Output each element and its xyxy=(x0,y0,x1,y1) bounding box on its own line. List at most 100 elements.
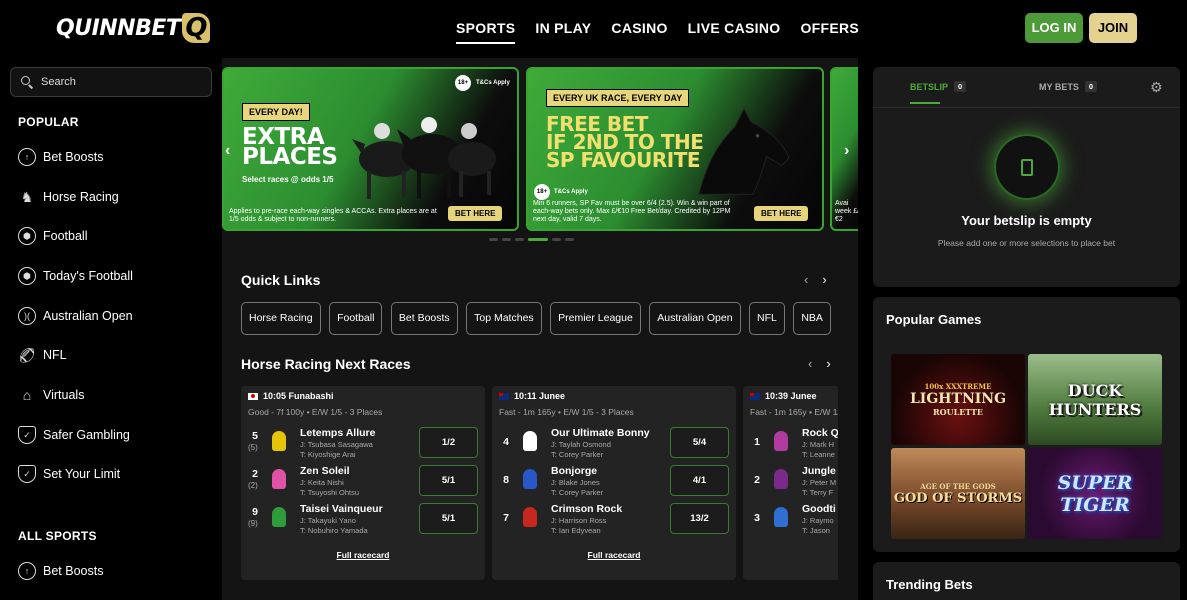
banner-terms: Min 6 runners, SP Fav must be over 6/4 (… xyxy=(533,200,731,223)
carousel-dot[interactable] xyxy=(502,238,511,241)
sidebar-item-australian-open[interactable]: )( Australian Open xyxy=(18,306,133,326)
runner-trainer: T: Corey Parker xyxy=(551,450,604,459)
runner-jockey: J: Takayuki Yano xyxy=(300,516,356,525)
sidebar-item-label: Horse Racing xyxy=(43,190,119,204)
nav-offers[interactable]: OFFERS xyxy=(800,18,859,44)
gear-icon[interactable]: ⚙ xyxy=(1150,79,1163,96)
quick-links-arrows: ‹ › xyxy=(790,272,827,287)
carousel-dot[interactable] xyxy=(565,238,574,241)
sidebar-item-bet-boosts[interactable]: ↑ Bet Boosts xyxy=(18,147,103,167)
game-label-small: 100x XXXTREME xyxy=(924,382,992,391)
carousel-dot[interactable] xyxy=(515,238,524,241)
sidebar-item-nfl[interactable]: 🏈︎ NFL xyxy=(18,345,67,365)
search-box[interactable] xyxy=(10,67,212,97)
carousel-dot[interactable] xyxy=(552,238,561,241)
jockey-silk-icon xyxy=(523,431,537,451)
race-header[interactable]: 10:39 Junee xyxy=(750,391,817,401)
race-info: Fast - 1m 165y • E/W 1/5 - 3 Places xyxy=(750,407,838,417)
game-tile-super-tiger[interactable]: SUPER TIGER xyxy=(1028,448,1162,539)
race-header[interactable]: 10:05 Funabashi xyxy=(248,391,334,401)
runner-name: Crimson Rock xyxy=(551,503,623,515)
sidebar-item-safer-gambling[interactable]: ✓ Safer Gambling xyxy=(18,425,130,445)
carousel-dot[interactable] xyxy=(489,238,498,241)
odds-button[interactable]: 4/1 xyxy=(670,465,729,496)
sidebar-item-label: NFL xyxy=(43,348,67,362)
runner-row: 7 Crimson Rock J: Harrison Ross T: Ian E… xyxy=(492,500,736,538)
chip-australian-open[interactable]: Australian Open xyxy=(649,302,741,335)
odds-button[interactable]: 1/2 xyxy=(419,427,478,458)
carousel-dot-active[interactable] xyxy=(528,238,548,241)
odds-button[interactable]: 13/2 xyxy=(670,503,729,534)
promo-banner-free-bet[interactable]: EVERY UK RACE, EVERY DAY FREE BET IF 2ND… xyxy=(526,67,824,231)
bet-here-button[interactable]: BET HERE xyxy=(754,206,809,221)
nav-in-play[interactable]: IN PLAY xyxy=(535,18,591,44)
race-card: 10:39 Junee Fast - 1m 165y • E/W 1/5 - 3… xyxy=(743,386,838,580)
trending-bets-panel: Trending Bets xyxy=(873,562,1180,600)
sidebar-item-football[interactable]: ⬢ Football xyxy=(18,226,87,246)
chevron-right-icon[interactable]: › xyxy=(822,272,826,287)
quinnbet-logo[interactable]: QUINNBET Q xyxy=(56,12,211,44)
jockey-silk-icon xyxy=(774,469,788,489)
runner-row: 2 Jungle J: Peter M T: Terry F xyxy=(743,462,838,500)
chevron-left-icon[interactable]: ‹ xyxy=(808,356,812,371)
nav-casino[interactable]: CASINO xyxy=(611,18,667,44)
login-button[interactable]: LOG IN xyxy=(1025,13,1083,43)
promo-banner-extra-places[interactable]: 18+ T&Cs Apply EVERY DAY! EXTRA PLACES S… xyxy=(222,67,519,231)
chip-horse-racing[interactable]: Horse Racing xyxy=(241,302,321,335)
sidebar-item-all-bet-boosts[interactable]: ↑ Bet Boosts xyxy=(18,561,103,581)
sidebar-item-virtuals[interactable]: ⌂ Virtuals xyxy=(18,385,85,405)
bet-here-button[interactable]: BET HERE xyxy=(448,206,503,221)
banner-terms: Avai week £/€2 xyxy=(835,200,858,223)
logo-text: QUINNBET xyxy=(56,15,181,41)
chevron-right-icon[interactable]: › xyxy=(826,356,830,371)
full-racecard-link[interactable]: Full racecard xyxy=(241,550,485,560)
chip-nfl[interactable]: NFL xyxy=(749,302,785,335)
terms-label: T&Cs Apply xyxy=(554,189,588,195)
search-input[interactable] xyxy=(41,76,201,88)
chip-bet-boosts[interactable]: Bet Boosts xyxy=(390,302,458,335)
jockey-silk-icon xyxy=(774,507,788,527)
sidebar-item-todays-football[interactable]: ⬢ Today's Football xyxy=(18,266,133,286)
game-tile-god-of-storms[interactable]: AGE OF THE GODS GOD OF STORMS xyxy=(891,448,1025,539)
nav-live-casino[interactable]: LIVE CASINO xyxy=(688,18,781,44)
betslip-empty-title: Your betslip is empty xyxy=(961,213,1092,228)
sidebar-item-horse-racing[interactable]: ♞ Horse Racing xyxy=(18,187,119,207)
runner-jockey: J: Mark H xyxy=(802,440,835,449)
chip-nba[interactable]: NBA xyxy=(793,302,831,335)
chevron-left-icon[interactable]: ‹ xyxy=(804,272,808,287)
game-tile-lightning-roulette[interactable]: 100x XXXTREME LIGHTNING ROULETTE xyxy=(891,354,1025,445)
runner-number: 2 xyxy=(754,474,760,486)
tab-betslip[interactable]: BETSLIP 0 xyxy=(910,81,967,92)
promo-carousel: 18+ T&Cs Apply EVERY DAY! EXTRA PLACES S… xyxy=(222,67,858,231)
game-label-main: LIGHTNING xyxy=(909,391,1007,407)
runner-number: 4 xyxy=(503,436,509,448)
football-icon: ⬢ xyxy=(18,227,36,245)
full-racecard-link[interactable]: Full racecard xyxy=(492,550,736,560)
odds-button[interactable]: 5/4 xyxy=(670,427,729,458)
carousel-next-icon[interactable]: › xyxy=(844,142,849,160)
tab-my-bets[interactable]: MY BETS 0 xyxy=(1039,81,1098,92)
banner-title-line: PLACES xyxy=(242,144,338,170)
carousel-prev-icon[interactable]: ‹ xyxy=(225,142,230,160)
runner-name: Letemps Allure xyxy=(300,427,376,439)
join-button[interactable]: JOIN xyxy=(1089,13,1137,43)
chip-football[interactable]: Football xyxy=(329,302,383,335)
runner-trainer: T: Leanne xyxy=(802,450,835,459)
runner-name: Rock Q xyxy=(802,427,838,439)
jockey-silk-icon xyxy=(272,469,286,489)
sidebar-item-label: Today's Football xyxy=(43,269,133,283)
odds-button[interactable]: 5/1 xyxy=(419,503,478,534)
runner-jockey: J: Peter M xyxy=(802,478,837,487)
nav-sports[interactable]: SPORTS xyxy=(456,18,516,44)
game-tile-duck-hunters[interactable]: DUCK HUNTERS xyxy=(1028,354,1162,445)
popular-heading: POPULAR xyxy=(18,115,79,129)
sidebar-item-label: Bet Boosts xyxy=(43,564,104,578)
chip-premier-league[interactable]: Premier League xyxy=(550,302,641,335)
runner-trainer: T: Tsuyoshi Ohtsu xyxy=(300,488,360,497)
odds-button[interactable]: 5/1 xyxy=(419,465,478,496)
australia-flag-icon xyxy=(750,392,760,400)
banner-subtitle: Select races @ odds 1/5 xyxy=(242,175,334,184)
chip-top-matches[interactable]: Top Matches xyxy=(466,302,542,335)
sidebar-item-set-your-limit[interactable]: ✓ Set Your Limit xyxy=(18,464,120,484)
race-header[interactable]: 10:11 Junee xyxy=(499,391,565,401)
